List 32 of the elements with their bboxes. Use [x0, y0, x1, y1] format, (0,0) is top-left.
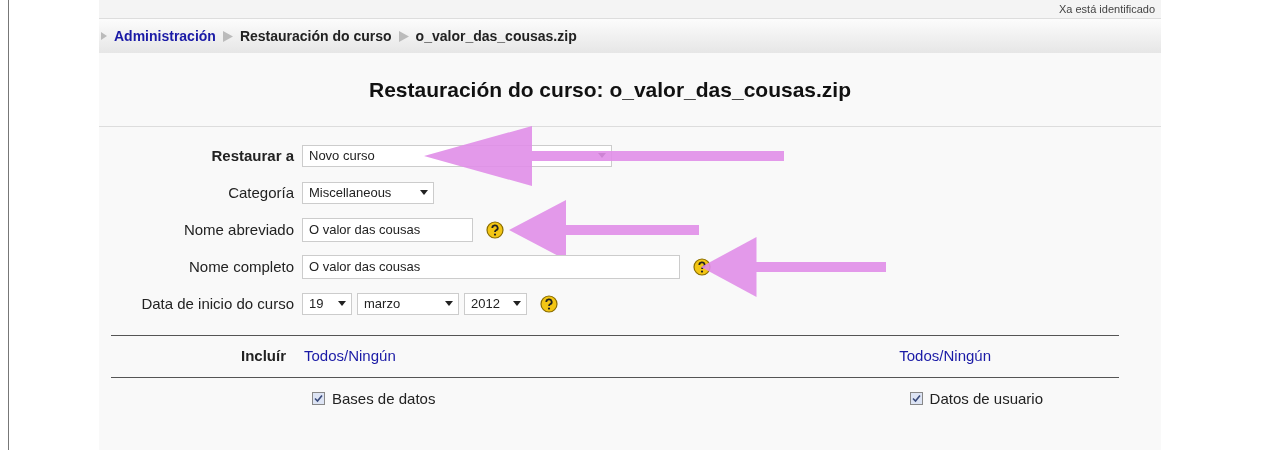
- select-all-none-link[interactable]: Todos/Ningún: [304, 346, 396, 364]
- breadcrumb-item: Restauración do curso: [239, 28, 392, 44]
- date-select[interactable]: 19: [302, 292, 352, 315]
- include-label: Incluír: [240, 346, 287, 364]
- text-input[interactable]: O valor das cousas: [302, 254, 680, 279]
- date-select[interactable]: 2012: [464, 292, 527, 315]
- checkbox[interactable]: [312, 391, 325, 405]
- breadcrumb-item: o_valor_das_cousas.zip: [415, 28, 577, 44]
- dropdown-caret-icon: [338, 301, 346, 306]
- field-label: Nome completo: [187, 258, 295, 275]
- dropdown-select[interactable]: Miscellaneous: [302, 181, 434, 204]
- login-info: Xa está identificado: [1059, 3, 1155, 15]
- field-label: Nome abreviado: [182, 221, 295, 238]
- checkbox[interactable]: [909, 391, 923, 405]
- breadcrumb-separator-icon: [222, 30, 233, 42]
- breadcrumb-link[interactable]: Administración: [114, 28, 216, 44]
- help-icon[interactable]: [540, 294, 558, 313]
- checkbox-label: Datos de usuario: [929, 389, 1043, 407]
- breadcrumb-separator-icon: [101, 32, 107, 40]
- select-all-none-link[interactable]: Todos/Ningún: [899, 346, 991, 364]
- date-select[interactable]: marzo: [357, 292, 459, 315]
- help-icon[interactable]: [486, 220, 504, 239]
- dropdown-caret-icon: [420, 190, 428, 195]
- dropdown-caret-icon: [513, 301, 521, 306]
- page-heading: Restauración do curso: o_valor_das_cousas.zip: [369, 77, 852, 102]
- dropdown-caret-icon: [445, 301, 453, 306]
- field-label: Restaurar a: [210, 147, 295, 164]
- text-input[interactable]: O valor das cousas: [302, 217, 473, 242]
- field-label: Data de inicio do curso: [140, 295, 295, 312]
- field-label: Categoría: [227, 184, 295, 201]
- checkbox-label: Bases de datos: [332, 389, 436, 407]
- breadcrumb-separator-icon: [398, 30, 409, 42]
